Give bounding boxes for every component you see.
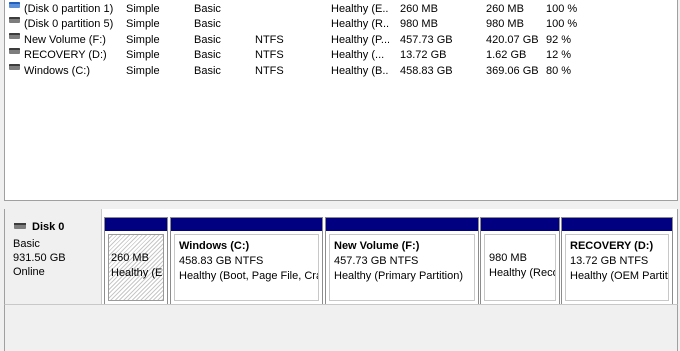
volume-percent-free: 12 %: [546, 49, 572, 61]
volume-icon: [9, 33, 20, 39]
volume-row[interactable]: (Disk 0 partition 1) Simple Basic Health…: [5, 1, 677, 16]
volume-free-space: 980 MB: [486, 18, 524, 30]
volume-type: Basic: [194, 34, 221, 46]
volume-file-system: NTFS: [255, 34, 284, 46]
partition-body: New Volume (F:) 457.73 GB NTFS Healthy (…: [329, 234, 475, 301]
volume-name: (Disk 0 partition 1): [24, 3, 114, 15]
disk-map-empty-row: [4, 304, 678, 351]
volume-file-system: NTFS: [255, 49, 284, 61]
partition-size: 13.72 GB NTFS: [570, 255, 649, 267]
volume-status: Healthy (E...: [331, 3, 389, 15]
volume-type: Basic: [194, 49, 221, 61]
partition-header-bar: [171, 218, 322, 231]
disk-type: Basic: [13, 238, 40, 250]
volume-capacity: 458.83 GB: [400, 65, 453, 77]
volume-status: Healthy (...: [331, 49, 385, 61]
volume-row[interactable]: New Volume (F:) Simple Basic NTFS Health…: [5, 32, 677, 47]
volume-capacity: 457.73 GB: [400, 34, 453, 46]
partition-recovery[interactable]: 980 MB Healthy (Recovery Partition): [480, 217, 560, 305]
volume-row[interactable]: (Disk 0 partition 5) Simple Basic Health…: [5, 16, 677, 31]
partition-status: Healthy (EFI System Partition): [111, 267, 163, 279]
partition-header-bar: [481, 218, 559, 231]
partition-status: Healthy (OEM Partition): [570, 270, 668, 282]
volume-percent-free: 100 %: [546, 18, 578, 30]
volume-status: Healthy (R...: [331, 18, 389, 30]
volume-capacity: 13.72 GB: [400, 49, 447, 61]
partition-title: Windows (C:): [179, 240, 250, 252]
volume-free-space: 1.62 GB: [486, 49, 527, 61]
disk-size: 931.50 GB: [13, 252, 66, 264]
partition-icon: [9, 2, 20, 8]
disk-icon: [14, 223, 26, 229]
volume-icon: [9, 64, 20, 70]
volume-free-space: 369.06 GB: [486, 65, 539, 77]
volume-percent-free: 92 %: [546, 34, 572, 46]
partition-new-volume[interactable]: New Volume (F:) 457.73 GB NTFS Healthy (…: [325, 217, 479, 305]
volume-free-space: 260 MB: [486, 3, 524, 15]
partition-body: 980 MB Healthy (Recovery Partition): [484, 234, 556, 301]
disk-status: Online: [13, 266, 45, 278]
volume-row[interactable]: Windows (C:) Simple Basic NTFS Healthy (…: [5, 63, 677, 78]
partition-size: 458.83 GB NTFS: [179, 255, 264, 267]
partition-title: RECOVERY (D:): [570, 240, 654, 252]
volume-layout: Simple: [126, 65, 160, 77]
volume-row[interactable]: RECOVERY (D:) Simple Basic NTFS Healthy …: [5, 47, 677, 62]
partition-title: New Volume (F:): [334, 240, 420, 252]
volume-name: Windows (C:): [24, 65, 91, 77]
partition-header-bar: [326, 218, 478, 231]
volume-capacity: 260 MB: [400, 3, 438, 15]
volume-layout: Simple: [126, 18, 160, 30]
partition-body: Windows (C:) 458.83 GB NTFS Healthy (Boo…: [174, 234, 319, 301]
volume-list[interactable]: (Disk 0 partition 1) Simple Basic Health…: [4, 0, 678, 201]
partition-body: RECOVERY (D:) 13.72 GB NTFS Healthy (OEM…: [565, 234, 669, 301]
volume-type: Basic: [194, 3, 221, 15]
volume-percent-free: 80 %: [546, 65, 572, 77]
volume-status: Healthy (P...: [331, 34, 389, 46]
disk-name: Disk 0: [32, 221, 65, 233]
partition-size: 980 MB: [489, 252, 527, 264]
volume-name: (Disk 0 partition 5): [24, 18, 114, 30]
volume-capacity: 980 MB: [400, 18, 438, 30]
volume-layout: Simple: [126, 34, 160, 46]
partition-status: Healthy (Boot, Page File, Crash Dump, Pr…: [179, 270, 318, 282]
partition-header-bar: [105, 218, 167, 231]
volume-free-space: 420.07 GB: [486, 34, 539, 46]
volume-percent-free: 100 %: [546, 3, 578, 15]
volume-name: RECOVERY (D:): [24, 49, 107, 61]
volume-status: Healthy (B...: [331, 65, 389, 77]
partition-windows[interactable]: Windows (C:) 458.83 GB NTFS Healthy (Boo…: [170, 217, 323, 305]
volume-type: Basic: [194, 18, 221, 30]
partition-efi[interactable]: 260 MB Healthy (EFI System Partition): [104, 217, 168, 305]
partition-header-bar: [562, 218, 672, 231]
partition-oem-recovery[interactable]: RECOVERY (D:) 13.72 GB NTFS Healthy (OEM…: [561, 217, 673, 305]
partition-body: 260 MB Healthy (EFI System Partition): [108, 234, 164, 301]
partition-size: 260 MB: [111, 252, 149, 264]
disk-label[interactable]: Disk 0 Basic 931.50 GB Online: [5, 209, 102, 305]
volume-file-system: NTFS: [255, 65, 284, 77]
partition-status: Healthy (Primary Partition): [334, 270, 463, 282]
volume-type: Basic: [194, 65, 221, 77]
partition-icon: [9, 17, 20, 23]
partition-status: Healthy (Recovery Partition): [489, 267, 555, 279]
volume-layout: Simple: [126, 3, 160, 15]
partition-size: 457.73 GB NTFS: [334, 255, 419, 267]
volume-name: New Volume (F:): [24, 34, 106, 46]
volume-icon: [9, 48, 20, 54]
volume-layout: Simple: [126, 49, 160, 61]
